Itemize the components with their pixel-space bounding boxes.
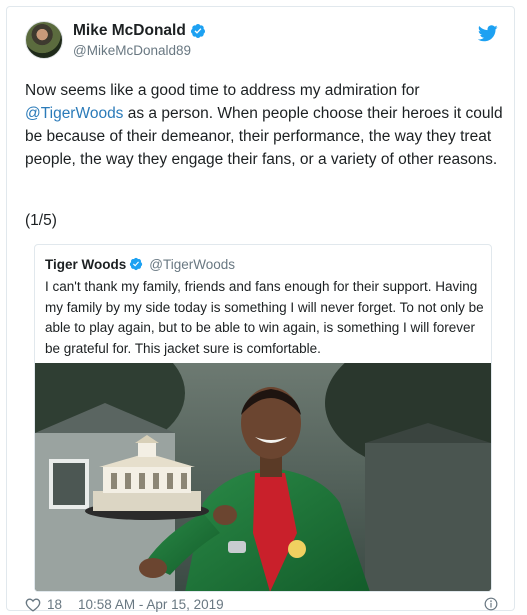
mention-link[interactable]: @TigerWoods (25, 105, 123, 122)
embedded-tweet-card: Mike McDonald @MikeMcDonald89 Now seems … (6, 6, 515, 613)
quoted-tweet-text: I can't thank my family, friends and fan… (45, 279, 484, 356)
quoted-tweet-photo[interactable] (35, 363, 491, 592)
quoted-author-name: Tiger Woods (45, 256, 127, 272)
like-count[interactable]: 18 (47, 597, 62, 612)
verified-badge-icon (130, 257, 143, 271)
info-icon[interactable] (484, 597, 498, 611)
tweet-header: Mike McDonald @MikeMcDonald89 (25, 21, 500, 69)
tweet-body: Now seems like a good time to address my… (25, 79, 503, 171)
author-names: Mike McDonald @MikeMcDonald89 (73, 21, 206, 58)
tweet-timestamp[interactable]: 10:58 AM - Apr 15, 2019 (78, 597, 224, 612)
twitter-bird-icon[interactable] (478, 25, 498, 42)
thread-count: (1/5) (25, 212, 57, 229)
author-avatar[interactable] (25, 21, 63, 59)
quoted-tweet[interactable]: Tiger Woods @TigerWoods I can't thank my… (34, 244, 492, 592)
author-display-name[interactable]: Mike McDonald (73, 22, 186, 40)
verified-badge-icon (190, 24, 205, 38)
tweet-footer: 18 10:58 AM - Apr 15, 2019 (25, 595, 500, 613)
heart-icon[interactable] (25, 597, 41, 612)
quoted-tweet-header: Tiger Woods @TigerWoods (45, 255, 235, 273)
quoted-author-handle: @TigerWoods (149, 256, 235, 272)
author-handle[interactable]: @MikeMcDonald89 (73, 43, 206, 58)
tweet-text-part-1: Now seems like a good time to address my… (25, 82, 420, 99)
author-name-row: Mike McDonald (73, 21, 206, 41)
